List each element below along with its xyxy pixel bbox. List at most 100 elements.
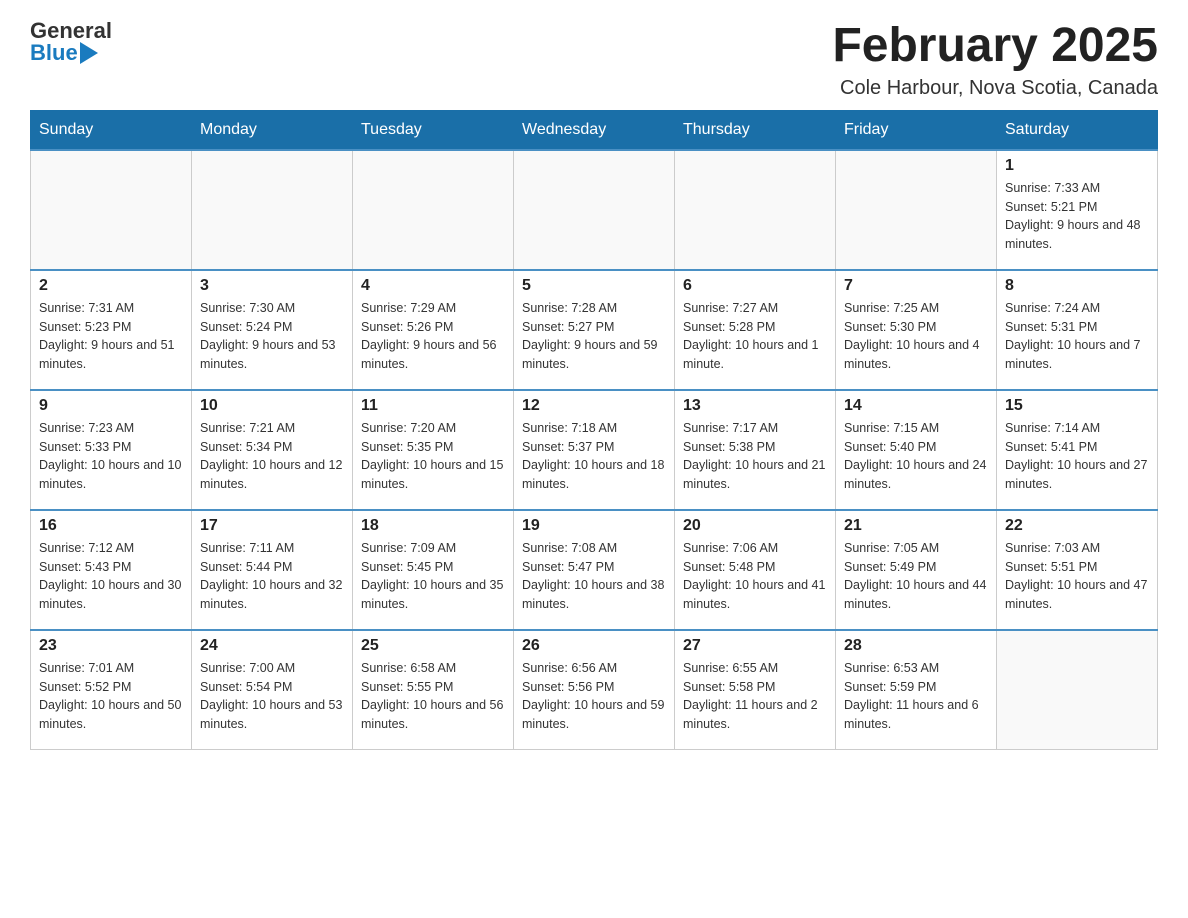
calendar-cell-week5-day0: 23Sunrise: 7:01 AMSunset: 5:52 PMDayligh… — [31, 630, 192, 750]
calendar-cell-week2-day2: 4 Sunrise: 7:29 AMSunset: 5:26 PMDaylight… — [353, 270, 514, 390]
calendar-cell-week1-day6: 1 Sunrise: 7:33 AMSunset: 5:21 PMDaylight… — [997, 150, 1158, 270]
day-number: 7 — [844, 277, 988, 295]
day-info: Sunrise: 7:31 AMSunset: 5:23 PMDaylight:… — [39, 299, 183, 374]
day-info: Sunrise: 7:29 AMSunset: 5:26 PMDaylight:… — [361, 299, 505, 374]
day-info: Sunrise: 7:15 AMSunset: 5:40 PMDaylight:… — [844, 419, 988, 494]
calendar-cell-week4-day4: 20 Sunrise: 7:06 AMSunset: 5:48 PMDayligh… — [675, 510, 836, 630]
calendar-cell-week2-day1: 3Sunrise: 7:30 AMSunset: 5:24 PMDaylight… — [192, 270, 353, 390]
day-number: 21 — [844, 517, 988, 535]
day-info: Sunrise: 7:12 AMSunset: 5:43 PMDaylight:… — [39, 539, 183, 614]
calendar-week-row-4: 16 Sunrise: 7:12 AMSunset: 5:43 PMDayligh… — [31, 510, 1158, 630]
calendar-cell-week5-day1: 24 Sunrise: 7:00 AMSunset: 5:54 PMDayligh… — [192, 630, 353, 750]
day-info: Sunrise: 7:14 AMSunset: 5:41 PMDaylight:… — [1005, 419, 1149, 494]
day-info: Sunrise: 7:27 AMSunset: 5:28 PMDaylight:… — [683, 299, 827, 374]
day-info: Sunrise: 7:00 AMSunset: 5:54 PMDaylight:… — [200, 659, 344, 734]
day-number: 12 — [522, 397, 666, 415]
calendar-cell-week4-day0: 16 Sunrise: 7:12 AMSunset: 5:43 PMDayligh… — [31, 510, 192, 630]
calendar-table: SundayMondayTuesdayWednesdayThursdayFrid… — [30, 110, 1158, 751]
calendar-cell-week3-day1: 10 Sunrise: 7:21 AMSunset: 5:34 PMDayligh… — [192, 390, 353, 510]
day-number: 14 — [844, 397, 988, 415]
day-number: 26 — [522, 637, 666, 655]
calendar-cell-week4-day1: 17 Sunrise: 7:11 AMSunset: 5:44 PMDayligh… — [192, 510, 353, 630]
day-number: 5 — [522, 277, 666, 295]
day-number: 2 — [39, 277, 183, 295]
calendar-cell-week1-day3 — [514, 150, 675, 270]
day-info: Sunrise: 7:11 AMSunset: 5:44 PMDaylight:… — [200, 539, 344, 614]
calendar-header-saturday: Saturday — [997, 110, 1158, 150]
calendar-cell-week2-day0: 2 Sunrise: 7:31 AMSunset: 5:23 PMDaylight… — [31, 270, 192, 390]
day-info: Sunrise: 6:56 AMSunset: 5:56 PMDaylight:… — [522, 659, 666, 734]
day-info: Sunrise: 7:28 AMSunset: 5:27 PMDaylight:… — [522, 299, 666, 374]
day-info: Sunrise: 7:09 AMSunset: 5:45 PMDaylight:… — [361, 539, 505, 614]
calendar-cell-week1-day5 — [836, 150, 997, 270]
calendar-cell-week2-day4: 6 Sunrise: 7:27 AMSunset: 5:28 PMDaylight… — [675, 270, 836, 390]
page-header: General Blue February 2025 Cole Harbour,… — [30, 20, 1158, 100]
day-number: 23 — [39, 637, 183, 655]
day-info: Sunrise: 7:25 AMSunset: 5:30 PMDaylight:… — [844, 299, 988, 374]
day-number: 1 — [1005, 157, 1149, 175]
day-number: 19 — [522, 517, 666, 535]
calendar-cell-week5-day4: 27Sunrise: 6:55 AMSunset: 5:58 PMDayligh… — [675, 630, 836, 750]
day-number: 17 — [200, 517, 344, 535]
calendar-cell-week4-day2: 18Sunrise: 7:09 AMSunset: 5:45 PMDayligh… — [353, 510, 514, 630]
calendar-cell-week5-day5: 28 Sunrise: 6:53 AMSunset: 5:59 PMDayligh… — [836, 630, 997, 750]
calendar-cell-week1-day2 — [353, 150, 514, 270]
day-number: 22 — [1005, 517, 1149, 535]
day-number: 10 — [200, 397, 344, 415]
day-number: 20 — [683, 517, 827, 535]
calendar-cell-week5-day6 — [997, 630, 1158, 750]
day-number: 6 — [683, 277, 827, 295]
day-info: Sunrise: 7:21 AMSunset: 5:34 PMDaylight:… — [200, 419, 344, 494]
location-text: Cole Harbour, Nova Scotia, Canada — [832, 77, 1158, 100]
calendar-cell-week3-day2: 11 Sunrise: 7:20 AMSunset: 5:35 PMDayligh… — [353, 390, 514, 510]
day-info: Sunrise: 7:30 AMSunset: 5:24 PMDaylight:… — [200, 299, 344, 374]
calendar-cell-week1-day4 — [675, 150, 836, 270]
logo-blue-text: Blue — [30, 42, 78, 64]
calendar-cell-week2-day6: 8 Sunrise: 7:24 AMSunset: 5:31 PMDaylight… — [997, 270, 1158, 390]
day-info: Sunrise: 7:33 AMSunset: 5:21 PMDaylight:… — [1005, 179, 1149, 254]
logo-general-text: General — [30, 20, 112, 42]
calendar-header-sunday: Sunday — [31, 110, 192, 150]
calendar-cell-week3-day6: 15 Sunrise: 7:14 AMSunset: 5:41 PMDayligh… — [997, 390, 1158, 510]
calendar-header-row: SundayMondayTuesdayWednesdayThursdayFrid… — [31, 110, 1158, 150]
calendar-week-row-1: 1 Sunrise: 7:33 AMSunset: 5:21 PMDaylight… — [31, 150, 1158, 270]
day-info: Sunrise: 7:24 AMSunset: 5:31 PMDaylight:… — [1005, 299, 1149, 374]
day-info: Sunrise: 7:03 AMSunset: 5:51 PMDaylight:… — [1005, 539, 1149, 614]
day-number: 25 — [361, 637, 505, 655]
calendar-header-tuesday: Tuesday — [353, 110, 514, 150]
day-number: 28 — [844, 637, 988, 655]
day-info: Sunrise: 7:05 AMSunset: 5:49 PMDaylight:… — [844, 539, 988, 614]
day-info: Sunrise: 7:06 AMSunset: 5:48 PMDaylight:… — [683, 539, 827, 614]
calendar-cell-week5-day3: 26 Sunrise: 6:56 AMSunset: 5:56 PMDayligh… — [514, 630, 675, 750]
calendar-header-wednesday: Wednesday — [514, 110, 675, 150]
day-number: 4 — [361, 277, 505, 295]
calendar-cell-week4-day6: 22 Sunrise: 7:03 AMSunset: 5:51 PMDayligh… — [997, 510, 1158, 630]
calendar-cell-week2-day3: 5 Sunrise: 7:28 AMSunset: 5:27 PMDaylight… — [514, 270, 675, 390]
calendar-cell-week3-day3: 12 Sunrise: 7:18 AMSunset: 5:37 PMDayligh… — [514, 390, 675, 510]
day-number: 16 — [39, 517, 183, 535]
day-number: 11 — [361, 397, 505, 415]
day-number: 9 — [39, 397, 183, 415]
title-section: February 2025 Cole Harbour, Nova Scotia,… — [832, 20, 1158, 100]
day-info: Sunrise: 6:55 AMSunset: 5:58 PMDaylight:… — [683, 659, 827, 734]
calendar-cell-week3-day5: 14 Sunrise: 7:15 AMSunset: 5:40 PMDayligh… — [836, 390, 997, 510]
day-info: Sunrise: 7:20 AMSunset: 5:35 PMDaylight:… — [361, 419, 505, 494]
calendar-cell-week4-day3: 19Sunrise: 7:08 AMSunset: 5:47 PMDayligh… — [514, 510, 675, 630]
calendar-cell-week1-day1 — [192, 150, 353, 270]
calendar-week-row-3: 9 Sunrise: 7:23 AMSunset: 5:33 PMDaylight… — [31, 390, 1158, 510]
logo-triangle-icon — [80, 42, 98, 64]
calendar-week-row-2: 2 Sunrise: 7:31 AMSunset: 5:23 PMDaylight… — [31, 270, 1158, 390]
day-number: 24 — [200, 637, 344, 655]
day-info: Sunrise: 7:17 AMSunset: 5:38 PMDaylight:… — [683, 419, 827, 494]
day-number: 13 — [683, 397, 827, 415]
day-info: Sunrise: 7:23 AMSunset: 5:33 PMDaylight:… — [39, 419, 183, 494]
calendar-cell-week5-day2: 25Sunrise: 6:58 AMSunset: 5:55 PMDayligh… — [353, 630, 514, 750]
logo: General Blue — [30, 20, 112, 64]
calendar-cell-week3-day0: 9 Sunrise: 7:23 AMSunset: 5:33 PMDaylight… — [31, 390, 192, 510]
day-number: 15 — [1005, 397, 1149, 415]
day-info: Sunrise: 6:53 AMSunset: 5:59 PMDaylight:… — [844, 659, 988, 734]
calendar-cell-week3-day4: 13 Sunrise: 7:17 AMSunset: 5:38 PMDayligh… — [675, 390, 836, 510]
day-number: 8 — [1005, 277, 1149, 295]
day-info: Sunrise: 7:18 AMSunset: 5:37 PMDaylight:… — [522, 419, 666, 494]
calendar-cell-week1-day0 — [31, 150, 192, 270]
